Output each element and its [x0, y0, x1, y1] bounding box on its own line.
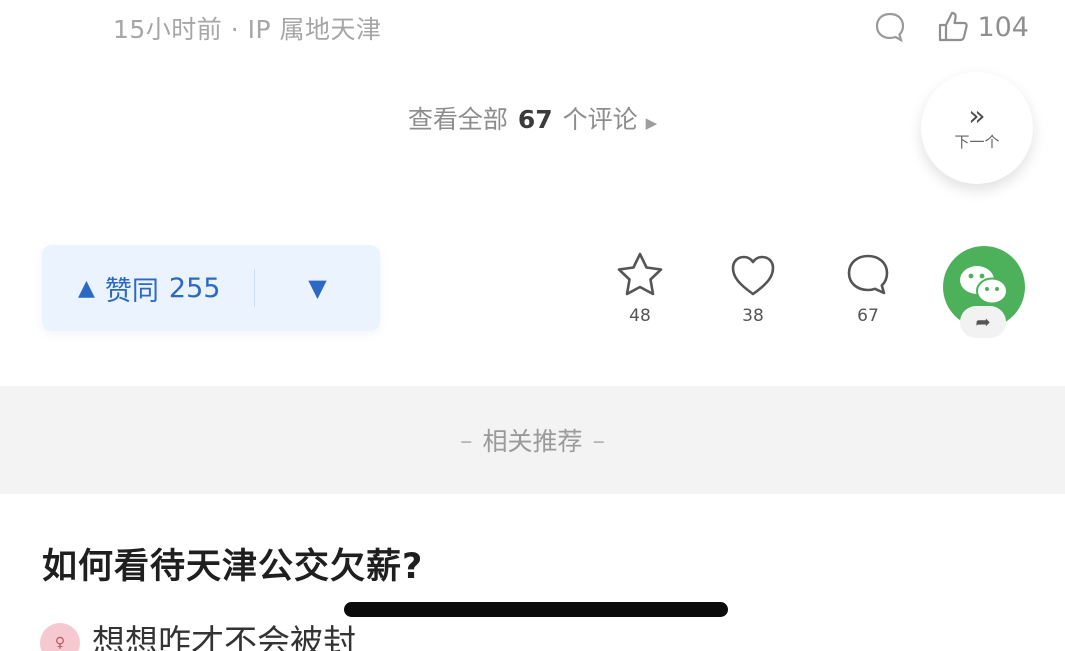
reply-bubble-icon — [876, 12, 905, 43]
comment-button[interactable]: 67 — [838, 248, 898, 326]
related-title: 相关推荐 — [482, 427, 583, 456]
share-arrow-icon: ➦ — [960, 306, 1006, 338]
comment-like-button[interactable]: 104 — [935, 9, 1029, 45]
view-all-comments-link[interactable]: 查看全部 67 个评论 ▶ — [0, 100, 1065, 136]
reply-icon[interactable] — [869, 6, 911, 48]
related-answer-preview[interactable]: ♀ 想想咋才不会被封 — [40, 615, 356, 651]
related-dash-left: – — [459, 425, 473, 455]
triangle-up-icon: ▲ — [78, 275, 95, 301]
agree-count: 255 — [168, 272, 221, 304]
related-section-header: – 相关推荐 – — [0, 386, 1065, 494]
view-all-suffix: 个评论 — [562, 105, 638, 134]
like-count: 38 — [742, 306, 764, 326]
comment-meta: 15小时前 · IP 属地天津 — [113, 15, 382, 44]
comment-bubble-icon — [847, 254, 889, 295]
related-question-title[interactable]: 如何看待天津公交欠薪? — [42, 538, 423, 589]
play-arrow-icon: ▶ — [645, 114, 658, 132]
comment-count: 67 — [857, 306, 879, 326]
answer-preview-text: 想想咋才不会被封 — [92, 622, 356, 651]
related-dash-right: – — [592, 425, 606, 455]
avatar: ♀ — [40, 623, 80, 651]
thumbs-up-icon — [939, 11, 969, 42]
double-chevron-right-icon: » — [968, 98, 986, 132]
heart-icon — [731, 255, 775, 296]
agree-button[interactable]: ▲ 赞同 255 — [42, 269, 254, 308]
favorite-count: 48 — [629, 306, 651, 326]
wechat-share-button[interactable]: ➦ — [943, 246, 1025, 338]
view-all-prefix: 查看全部 — [407, 105, 508, 134]
comment-like-count: 104 — [977, 11, 1029, 43]
favorite-button[interactable]: 48 — [610, 248, 670, 326]
next-answer-button[interactable]: » 下一个 — [921, 72, 1033, 184]
vote-bar: ▲ 赞同 255 ▼ — [42, 245, 380, 331]
view-all-count: 67 — [517, 105, 553, 134]
triangle-down-icon: ▼ — [308, 274, 327, 302]
next-answer-label: 下一个 — [954, 132, 1000, 151]
home-indicator[interactable] — [344, 602, 728, 617]
like-button[interactable]: 38 — [723, 248, 783, 326]
agree-label: 赞同 — [104, 275, 159, 307]
star-icon — [617, 252, 663, 296]
disagree-button[interactable]: ▼ — [255, 274, 380, 302]
comment-meta-actions: 104 — [869, 6, 1029, 48]
